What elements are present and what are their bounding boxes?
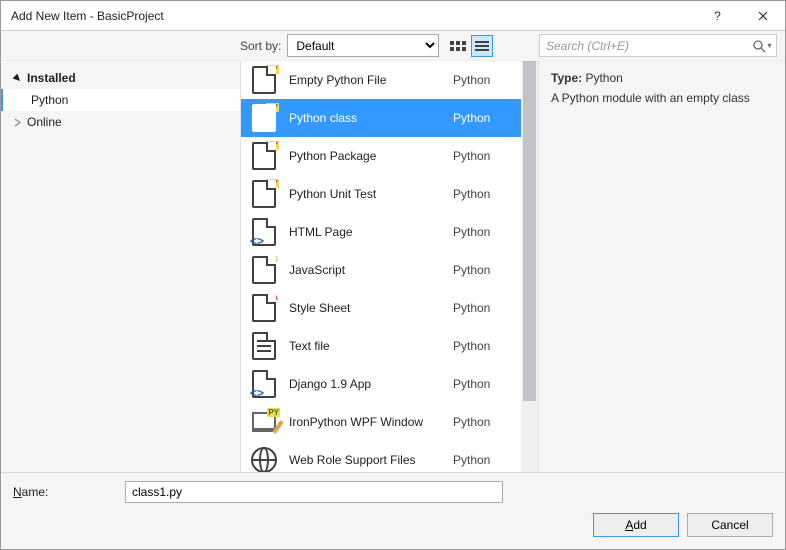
detail-description: A Python module with an empty class (551, 91, 773, 105)
django-file-icon: <> (252, 370, 276, 398)
dropdown-icon: ▾ (767, 41, 771, 50)
tree-python[interactable]: Python (1, 89, 240, 111)
item-name: JavaScript (279, 263, 453, 277)
help-button[interactable]: ? (695, 1, 740, 31)
template-list[interactable]: PY Empty Python File Python PY Python cl… (241, 61, 521, 472)
js-file-icon: JS (252, 256, 276, 284)
item-name: Python class (279, 111, 453, 125)
item-name: Python Unit Test (279, 187, 453, 201)
item-name: HTML Page (279, 225, 453, 239)
item-category: Python (453, 149, 513, 163)
cancel-button[interactable]: Cancel (687, 513, 773, 537)
list-item[interactable]: PY Empty Python File Python (241, 61, 521, 99)
list-item[interactable]: Web Role Support Files Python (241, 441, 521, 472)
expander-icon (11, 74, 23, 83)
item-name: Django 1.9 App (279, 377, 453, 391)
expander-icon (11, 118, 23, 127)
item-category: Python (453, 339, 513, 353)
python-file-icon: PY (252, 104, 276, 132)
search-input[interactable] (539, 34, 777, 57)
wpf-window-icon: PY (252, 412, 276, 432)
python-file-icon: PY (252, 66, 276, 94)
close-icon (758, 11, 768, 21)
item-category: Python (453, 73, 513, 87)
item-name: Empty Python File (279, 73, 453, 87)
sort-by-label: Sort by: (240, 39, 287, 53)
search-button[interactable]: ▾ (749, 35, 775, 56)
item-name: Style Sheet (279, 301, 453, 315)
name-label: Name: (13, 485, 125, 499)
search-icon (752, 39, 766, 53)
list-item[interactable]: A Style Sheet Python (241, 289, 521, 327)
item-category: Python (453, 415, 513, 429)
tree-online[interactable]: Online (1, 111, 240, 133)
detail-panel: Type: Python A Python module with an emp… (539, 61, 785, 472)
item-category: Python (453, 111, 513, 125)
list-item[interactable]: Text file Python (241, 327, 521, 365)
item-category: Python (453, 225, 513, 239)
add-button[interactable]: Add (593, 513, 679, 537)
grid-icon (450, 41, 466, 51)
list-item[interactable]: PY Python Unit Test Python (241, 175, 521, 213)
category-tree: Installed Python Online (1, 61, 240, 472)
tree-installed[interactable]: Installed (1, 67, 240, 89)
window-title: Add New Item - BasicProject (1, 9, 695, 23)
titlebar: Add New Item - BasicProject ? (1, 1, 785, 31)
dialog-window: Add New Item - BasicProject ? Sort by: D… (0, 0, 786, 550)
list-item[interactable]: PY Python Package Python (241, 137, 521, 175)
list-icon (475, 41, 489, 51)
name-input[interactable] (125, 481, 503, 503)
detail-type-label: Type: (551, 71, 582, 85)
item-category: Python (453, 301, 513, 315)
view-list-button[interactable] (471, 35, 493, 57)
item-name: IronPython WPF Window (279, 415, 453, 429)
item-name: Python Package (279, 149, 453, 163)
html-file-icon: <> (252, 218, 276, 246)
toolbar: Sort by: Default ▾ (1, 31, 785, 61)
list-item[interactable]: JS JavaScript Python (241, 251, 521, 289)
bottom-bar: Name: Add Cancel (1, 472, 785, 549)
list-item[interactable]: PY Python class Python (241, 99, 521, 137)
python-file-icon: PY (252, 180, 276, 208)
python-file-icon: PY (252, 142, 276, 170)
list-item[interactable]: PY IronPython WPF Window Python (241, 403, 521, 441)
view-grid-button[interactable] (447, 35, 469, 57)
item-category: Python (453, 263, 513, 277)
item-category: Python (453, 377, 513, 391)
close-button[interactable] (740, 1, 785, 31)
item-name: Text file (279, 339, 453, 353)
list-item[interactable]: <> Django 1.9 App Python (241, 365, 521, 403)
detail-type-value: Python (585, 71, 622, 85)
list-item[interactable]: <> HTML Page Python (241, 213, 521, 251)
item-category: Python (453, 187, 513, 201)
globe-icon (251, 447, 277, 472)
scrollbar-thumb[interactable] (523, 61, 536, 401)
item-name: Web Role Support Files (279, 453, 453, 467)
sort-by-select[interactable]: Default (287, 34, 439, 57)
item-category: Python (453, 453, 513, 467)
text-file-icon (252, 332, 276, 360)
scrollbar[interactable] (521, 61, 538, 472)
css-file-icon: A (252, 294, 276, 322)
